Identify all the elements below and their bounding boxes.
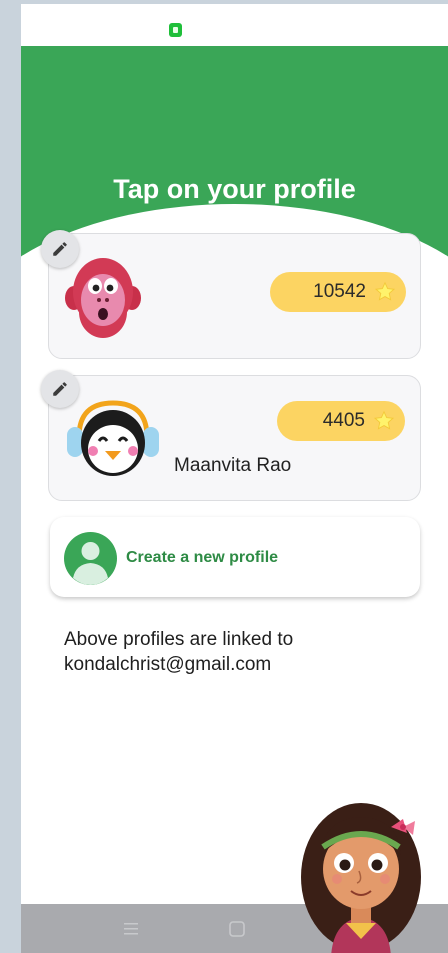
home-icon[interactable] — [222, 914, 252, 944]
score-value-1: 10542 — [313, 281, 366, 302]
monkey-avatar — [65, 258, 141, 338]
linked-account-text: Above profiles are linked to kondalchris… — [64, 629, 294, 675]
person-avatar-icon — [64, 532, 117, 585]
app-screen: Tap on your profile 10542 4405 Maanvita … — [21, 4, 448, 953]
profile-name-2: Maanvita Rao — [174, 455, 292, 476]
score-value-2: 4405 — [322, 410, 365, 431]
create-profile-label: Create a new profile — [126, 549, 279, 566]
star-icon — [374, 281, 396, 301]
girl-mascot-illustration — [301, 803, 421, 953]
menu-icon[interactable] — [116, 914, 146, 944]
page-title: Tap on your profile — [113, 174, 356, 204]
score-badge-2: 4405 — [277, 401, 405, 441]
score-badge-1: 10542 — [270, 272, 406, 312]
pencil-icon — [53, 382, 67, 396]
penguin-avatar — [67, 400, 159, 476]
star-icon — [373, 410, 395, 430]
status-bar — [21, 4, 448, 46]
app-notification-icon — [169, 23, 182, 37]
